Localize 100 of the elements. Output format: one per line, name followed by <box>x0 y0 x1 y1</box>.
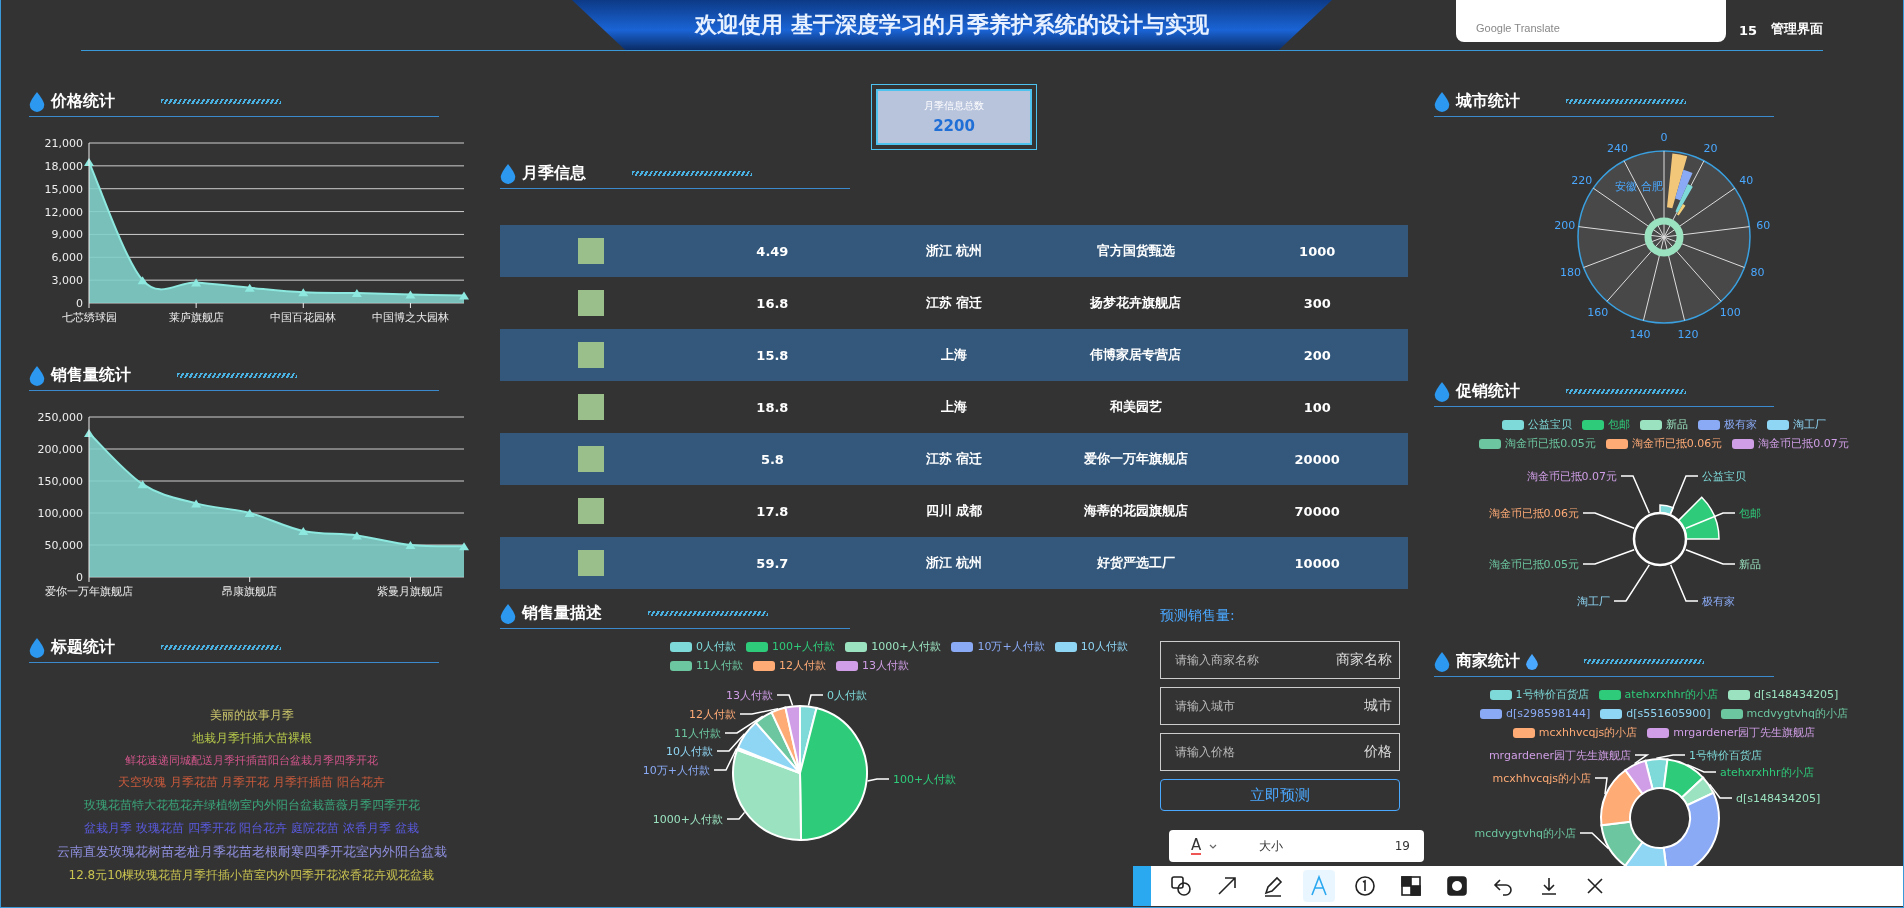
legend-label[interactable]: mcdvygtvhq的小店 <box>1746 706 1849 721</box>
droplet-icon <box>1434 381 1450 402</box>
slice-label: mcdvygtvhq的小店 <box>1474 827 1576 840</box>
word-cloud-text: 12.8元10棵玫瑰花苗月季扦插小苗室内外四季开花浓香花卉观花盆栽 <box>68 867 435 884</box>
word-cloud-text: 地栽月季扦插大苗裸根 <box>191 730 312 747</box>
leader-line <box>1594 777 1608 795</box>
size-value[interactable]: 19 <box>1394 839 1410 853</box>
table-row[interactable]: 5.8 江苏 宿迁 爱你一万年旗舰店 20000 <box>500 433 1408 485</box>
legend-label[interactable]: 包邮 <box>1608 417 1630 432</box>
slice-label: d[s148434205] <box>1736 792 1821 805</box>
data-point <box>298 288 309 297</box>
predict-button[interactable]: 立即预测 <box>1160 779 1400 811</box>
legend-label[interactable]: mcxhhvcqjs的小店 <box>1538 725 1638 740</box>
data-point <box>459 291 469 300</box>
word-cloud-text: 美丽的故事月季 <box>209 707 294 724</box>
legend-label[interactable]: 0人付款 <box>696 639 736 654</box>
city-cell-text: 浙江 杭州 <box>924 554 984 572</box>
section-title: 月季信息 <box>522 163 586 184</box>
axis-label: 140 <box>1629 328 1651 340</box>
data-point <box>405 541 416 549</box>
legend-label[interactable]: d[s551605900] <box>1626 707 1711 720</box>
droplet-icon <box>29 637 45 658</box>
axis-label: 0 <box>76 571 83 584</box>
legend-label[interactable]: 淘金币已抵0.06元 <box>1631 436 1723 451</box>
axis-label: 20 <box>1703 142 1718 156</box>
legend-label[interactable]: 10人付款 <box>1080 639 1128 654</box>
axis-label: 0 <box>1660 131 1668 144</box>
price-cell-text: 16.8 <box>755 295 790 311</box>
axis-label: 爱你一万年旗舰店 <box>45 585 133 598</box>
axis-label: 180 <box>1560 266 1581 280</box>
axis-label: 21,000 <box>44 137 83 150</box>
rose-slice <box>1677 496 1720 540</box>
caret-icon[interactable] <box>1209 843 1218 849</box>
price-cell-text: 15.8 <box>755 347 790 363</box>
leader-line <box>713 747 738 771</box>
legend-label[interactable]: 100+人付款 <box>772 639 836 654</box>
table-row[interactable]: 59.7 浙江 杭州 好货严选工厂 10000 <box>500 537 1408 589</box>
admin-link[interactable]: 管理界面 <box>1771 20 1823 38</box>
legend-label[interactable]: 淘工厂 <box>1793 417 1826 432</box>
table-row[interactable]: 16.8 江苏 宿迁 扬梦花卉旗舰店 300 <box>500 277 1408 329</box>
sales-cell-text: 200 <box>1302 347 1332 363</box>
photo-placeholder <box>577 290 604 316</box>
price-cell-text: 18.8 <box>755 399 790 415</box>
section-title: 销售量统计 <box>51 365 131 386</box>
data-point <box>351 531 362 540</box>
slice-label: 13人付款 <box>726 689 773 702</box>
legend-label[interactable]: mrgardener园丁先生旗舰店 <box>1673 725 1816 740</box>
legend-label[interactable]: 极有家 <box>1724 417 1757 432</box>
slice-label: 淘金币已抵0.05元 <box>1488 558 1579 571</box>
shop-cell-text: 和美园艺 <box>1108 398 1163 416</box>
legend-label[interactable]: 1号特价百货店 <box>1515 687 1589 702</box>
axis-label: 250,000 <box>37 411 83 424</box>
legend-label[interactable]: 12人付款 <box>779 658 826 673</box>
font-color-picker[interactable]: A <box>1191 837 1202 855</box>
legend-label[interactable]: 13人付款 <box>862 658 909 673</box>
legend-label[interactable]: 淘金币已抵0.07元 <box>1758 436 1849 451</box>
axis-label: 莱庐旗舰店 <box>168 311 224 324</box>
data-point <box>244 283 255 292</box>
photo-placeholder <box>577 238 604 264</box>
photo-placeholder <box>577 342 604 368</box>
table-row[interactable]: 4.49 浙江 杭州 官方国货甄选 1000 <box>500 225 1408 277</box>
photo-placeholder <box>577 394 604 420</box>
axis-label: 200,000 <box>37 443 83 456</box>
city-cell-text: 上海 <box>940 346 968 364</box>
legend-label[interactable]: d[s148434205] <box>1754 688 1839 701</box>
word-cloud-text: 天空玫瑰 月季花苗 月季开花 月季扦插苗 阳台花卉 <box>117 774 386 791</box>
slice-label: 1号特价百货店 <box>1689 749 1762 762</box>
slice-label: mrgardener园丁先生旗舰店 <box>1488 749 1631 762</box>
toolbar-handle[interactable] <box>1133 866 1151 906</box>
legend-label[interactable]: 新品 <box>1666 417 1688 432</box>
axis-label: 紫曼月旗舰店 <box>377 585 444 598</box>
field-label: 商家名称 <box>1336 651 1392 669</box>
legend-label[interactable]: 淘金币已抵0.05元 <box>1505 436 1596 451</box>
table-row[interactable]: 17.8 四川 成都 海蒂的花园旗舰店 70000 <box>500 485 1408 537</box>
droplet-icon <box>29 365 45 386</box>
shop-cell-text: 官方国货甄选 <box>1095 242 1176 260</box>
shop-cell-text: 扬梦花卉旗舰店 <box>1089 294 1183 312</box>
legend-label[interactable]: d[s298598144] <box>1505 707 1591 720</box>
axis-label: 220 <box>1571 174 1593 188</box>
sales-cell-text: 1000 <box>1298 243 1337 259</box>
slice-label: 0人付款 <box>827 689 867 702</box>
legend-label[interactable]: atehxrxhhr的小店 <box>1624 687 1719 702</box>
axis-label: 0 <box>76 297 83 310</box>
data-point <box>137 480 148 489</box>
slice-label: 淘金币已抵0.07元 <box>1526 470 1617 483</box>
legend-label[interactable]: 10万+人付款 <box>977 639 1045 654</box>
slice-label: 新品 <box>1739 558 1761 571</box>
axis-label: 40 <box>1739 174 1754 188</box>
axis-label: 60 <box>1756 218 1771 232</box>
legend-label[interactable]: 11人付款 <box>696 658 743 673</box>
legend-label[interactable]: 公益宝贝 <box>1528 417 1572 432</box>
sales-cell-text: 300 <box>1302 295 1332 311</box>
data-point <box>351 289 362 298</box>
slice-label: 1000+人付款 <box>652 813 723 826</box>
table-row[interactable]: 18.8 上海 和美园艺 100 <box>500 381 1408 433</box>
axis-label: 9,000 <box>51 228 83 242</box>
legend-label[interactable]: 1000+人付款 <box>871 639 942 654</box>
data-point <box>191 499 202 508</box>
word-cloud-text: 玫瑰花苗特大花苞花卉绿植物室内外阳台盆栽蔷薇月季四季开花 <box>83 797 420 814</box>
table-row[interactable]: 15.8 上海 伟博家居专营店 200 <box>500 329 1408 381</box>
